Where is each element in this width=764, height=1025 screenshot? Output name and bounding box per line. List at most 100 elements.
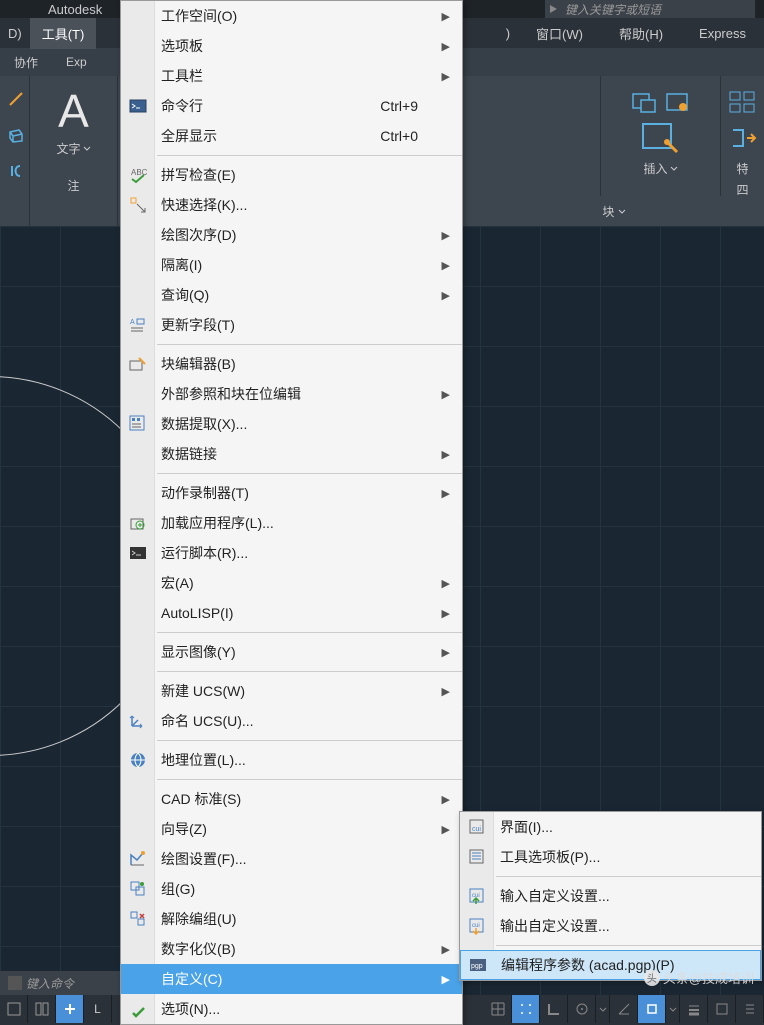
menu-item-6[interactable]: ABC拼写检查(E) <box>121 160 462 190</box>
box-icon[interactable] <box>7 126 25 144</box>
menu-item-express[interactable]: Express <box>681 26 764 41</box>
text-tool-icon[interactable]: A <box>58 80 89 138</box>
menu-item-21[interactable]: 宏(A)▶ <box>121 568 462 598</box>
match-icon[interactable] <box>729 126 757 150</box>
sb-l[interactable]: L <box>84 995 112 1023</box>
sb-tr[interactable] <box>708 995 736 1023</box>
sb-ortho[interactable] <box>540 995 568 1023</box>
submenu-arrow-icon: ▶ <box>442 388 450 401</box>
field-icon: A <box>127 314 149 336</box>
menu-item-3[interactable]: 命令行Ctrl+9 <box>121 91 462 121</box>
menu-item-34[interactable]: 组(G) <box>121 874 462 904</box>
menu-item-1[interactable]: 选项板▶ <box>121 31 462 61</box>
menu-item-2[interactable]: 工具栏▶ <box>121 61 462 91</box>
menu-item-d[interactable]: D) <box>0 26 30 41</box>
menu-item-label: 拼写检查(E) <box>161 165 236 185</box>
menu-item-label: 块编辑器(B) <box>161 354 236 374</box>
submenu-item-1[interactable]: 工具选项板(P)... <box>460 842 761 872</box>
dsettings-icon <box>127 848 149 870</box>
menu-item-label: AutoLISP(I) <box>161 605 233 621</box>
insert-large-icon[interactable] <box>639 120 683 158</box>
menu-item-24[interactable]: 显示图像(Y)▶ <box>121 637 462 667</box>
submenu-item-3[interactable]: cui输入自定义设置... <box>460 881 761 911</box>
insert-xref-icon[interactable] <box>631 90 657 114</box>
menu-item-0[interactable]: 工作空间(O)▶ <box>121 1 462 31</box>
menu-item-label: 快速选择(K)... <box>161 195 247 215</box>
submenu-item-0[interactable]: cui 界面(I)... <box>460 812 761 842</box>
menu-item-15[interactable]: 数据提取(X)... <box>121 409 462 439</box>
sb-layout[interactable] <box>28 995 56 1023</box>
menu-item-window[interactable]: 窗口(W) <box>518 24 601 43</box>
menu-item-label: 加载应用程序(L)... <box>161 513 274 533</box>
menu-item-label: 数字化仪(B) <box>161 939 236 959</box>
menu-item-33[interactable]: 绘图设置(F)... <box>121 844 462 874</box>
sb-polar[interactable] <box>568 995 596 1023</box>
menu-item-38[interactable]: 选项(N)... <box>121 994 462 1024</box>
sb-grid[interactable] <box>484 995 512 1023</box>
menu-item-32[interactable]: 向导(Z)▶ <box>121 814 462 844</box>
menu-item-36[interactable]: 数字化仪(B) ▶ <box>121 934 462 964</box>
menu-item-11[interactable]: A 更新字段(T) <box>121 310 462 340</box>
menu-item-35[interactable]: 解除编组(U) <box>121 904 462 934</box>
menu-item-13[interactable]: 块编辑器(B) <box>121 349 462 379</box>
submenu-arrow-icon: ▶ <box>442 943 450 956</box>
tab-express[interactable]: Exp <box>52 55 101 69</box>
search-box[interactable]: 键入关键字或短语 <box>545 0 755 18</box>
line-icon[interactable] <box>7 90 25 108</box>
menu-item-29[interactable]: 地理位置(L)... <box>121 745 462 775</box>
sb-lwt[interactable] <box>680 995 708 1023</box>
sb-more[interactable] <box>736 995 764 1023</box>
watermark-icon: 头 <box>644 970 660 986</box>
menu-item-label: 更新字段(T) <box>161 315 235 335</box>
menu-item-19[interactable]: 加载应用程序(L)... <box>121 508 462 538</box>
submenu-item-4[interactable]: cui输出自定义设置... <box>460 911 761 941</box>
menu-item-label: 组(G) <box>161 879 195 899</box>
submenu-item-label: 输出自定义设置... <box>500 916 610 936</box>
menu-item-10[interactable]: 查询(Q)▶ <box>121 280 462 310</box>
sb-chevron2[interactable] <box>666 995 680 1023</box>
menu-item-label: 隔离(I) <box>161 255 202 275</box>
props-icon[interactable] <box>728 90 758 116</box>
menu-item-18[interactable]: 动作录制器(T)▶ <box>121 478 462 508</box>
menu-item-4[interactable]: 全屏显示Ctrl+0 <box>121 121 462 151</box>
watermark-text: 头条@技成培训 <box>663 968 754 987</box>
sb-snap[interactable] <box>512 995 540 1023</box>
text-tool-label[interactable]: 文字 <box>56 140 90 157</box>
submenu-item-label: 界面(I)... <box>500 817 553 837</box>
menu-item-14[interactable]: 外部参照和块在位编辑▶ <box>121 379 462 409</box>
script-icon <box>127 542 149 564</box>
menu-separator <box>157 632 462 633</box>
menu-item-7[interactable]: 快速选择(K)... <box>121 190 462 220</box>
customize-submenu: cui 界面(I)... 工具选项板(P)... cui输入自定义设置...cui输出… <box>459 811 762 981</box>
menu-item-16[interactable]: 数据链接▶ <box>121 439 462 469</box>
menu-item-tools[interactable]: 工具(T) <box>30 18 97 49</box>
sb-plus[interactable] <box>56 995 84 1023</box>
menu-item-20[interactable]: 运行脚本(R)... <box>121 538 462 568</box>
command-line[interactable]: 键入命令 <box>0 971 120 995</box>
block-panel-caption[interactable]: 块 <box>464 196 764 226</box>
subset-icon[interactable] <box>7 162 25 180</box>
insert-label[interactable]: 插入 <box>643 160 677 177</box>
tab-xiezuo[interactable]: 协作 <box>0 54 52 71</box>
sb-osnap[interactable] <box>638 995 666 1023</box>
sb-model[interactable] <box>0 995 28 1023</box>
menu-item-8[interactable]: 绘图次序(D)▶ <box>121 220 462 250</box>
menu-item-26[interactable]: 新建 UCS(W)▶ <box>121 676 462 706</box>
menu-item-22[interactable]: AutoLISP(I) ▶ <box>121 598 462 628</box>
submenu-arrow-icon: ▶ <box>442 646 450 659</box>
sb-chevron[interactable] <box>596 995 610 1023</box>
cui-icon: cui <box>466 816 488 838</box>
menu-item-37[interactable]: 自定义(C)▶ <box>121 964 462 994</box>
submenu-arrow-icon: ▶ <box>442 607 450 620</box>
menu-item-27[interactable]: 命名 UCS(U)... <box>121 706 462 736</box>
menu-item-9[interactable]: 隔离(I)▶ <box>121 250 462 280</box>
menu-item-31[interactable]: CAD 标准(S) ▶ <box>121 784 462 814</box>
menu-item-label: CAD 标准(S) <box>161 789 241 809</box>
tools-menu: 工作空间(O)▶选项板▶工具栏▶命令行Ctrl+9全屏显示Ctrl+0 ABC拼写… <box>120 0 463 1025</box>
submenu-arrow-icon: ▶ <box>442 973 450 986</box>
sb-angle[interactable] <box>610 995 638 1023</box>
insert-block-icon[interactable] <box>665 90 691 114</box>
menu-item-help[interactable]: 帮助(H) <box>601 24 681 43</box>
submenu-arrow-icon: ▶ <box>442 793 450 806</box>
menu-item-label: 绘图次序(D) <box>161 225 236 245</box>
